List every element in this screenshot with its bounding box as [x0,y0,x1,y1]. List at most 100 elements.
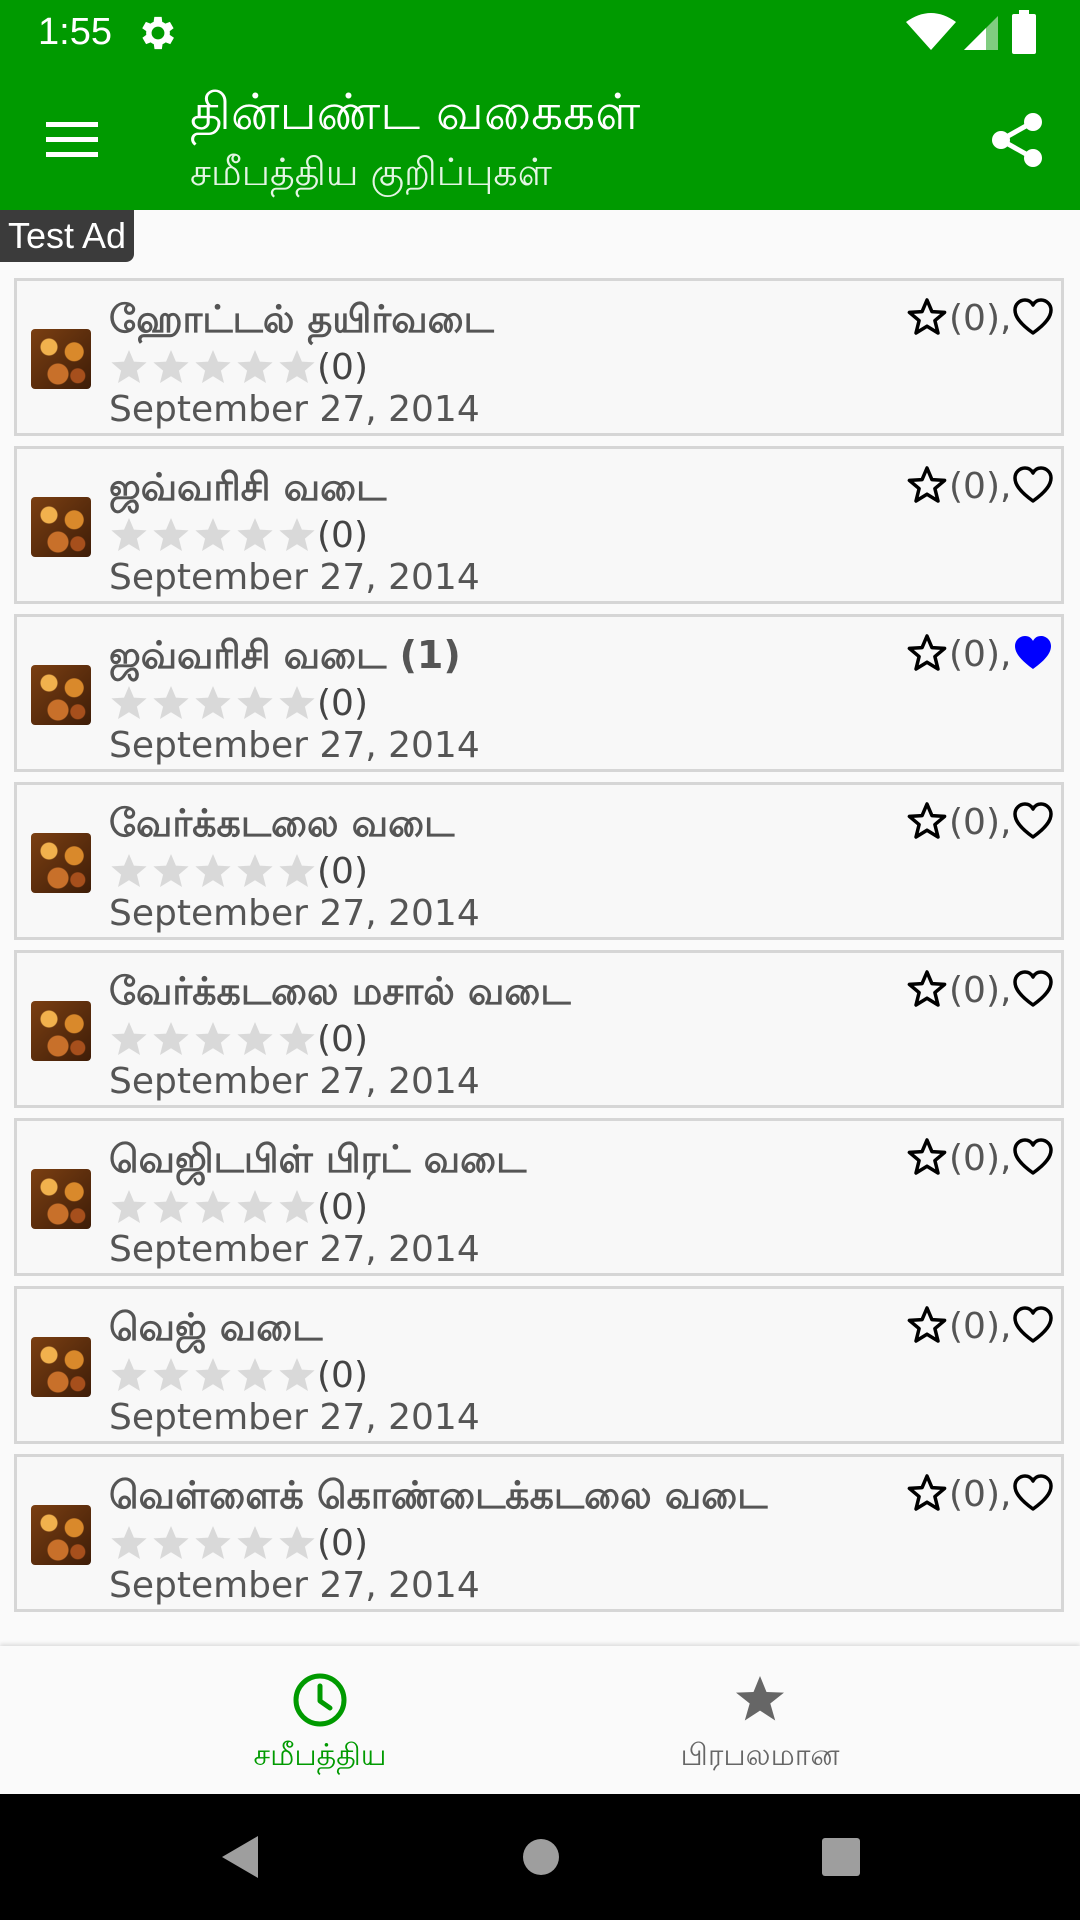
star-outline-icon[interactable] [907,633,947,673]
recipe-thumbnail [31,329,91,389]
test-ad-label[interactable]: Test Ad [0,210,135,262]
item-title: வேர்க்கடலை மசால் வடை [109,969,571,1013]
rating-count: (0) [317,1187,368,1228]
recipe-thumbnail [31,833,91,893]
bottom-navigation: சமீபத்திய பிரபலமான [0,1646,1080,1794]
favorite-count: (0), [949,1474,1012,1515]
rating-star-icon [195,1358,231,1391]
rating-star-icon [111,1022,147,1055]
rating-star-icon [279,518,315,551]
list-item[interactable]: ஜவ்வரிசி வடை (1) (0) September 27, 2014 (0)… [14,614,1064,772]
rating-star-icon [237,1190,273,1223]
rating-star-icon [153,1526,189,1559]
star-outline-icon[interactable] [907,1137,947,1177]
rating-star-icon [195,1190,231,1223]
heart-outline-icon[interactable] [1013,1305,1053,1345]
recipe-list[interactable]: ஹோட்டல் தயிர்வடை (0) September 27, 2014 (0)… [0,0,1080,1646]
rating-star-icon [153,854,189,887]
heart-outline-icon[interactable] [1013,1473,1053,1513]
rating-star-icon [153,1190,189,1223]
recipe-thumbnail [31,1001,91,1061]
heart-outline-icon[interactable] [1013,465,1053,505]
clock-icon [293,1673,347,1727]
rating-star-icon [237,350,273,383]
rating-star-icon [279,1022,315,1055]
item-title: வெஜ் வடை [109,1305,323,1349]
list-item[interactable]: ஹோட்டல் தயிர்வடை (0) September 27, 2014 (0)… [14,278,1064,436]
star-outline-icon[interactable] [907,801,947,841]
rating-star-icon [237,1022,273,1055]
star-outline-icon[interactable] [907,297,947,337]
rating-stars [109,1355,319,1395]
rating-star-icon [279,350,315,383]
rating-star-icon [111,1358,147,1391]
star-icon [736,1676,784,1721]
favorite-count: (0), [949,634,1012,675]
list-item[interactable]: வேர்க்கடலை மசால் வடை (0) September 27, 201… [14,950,1064,1108]
item-date: September 27, 2014 [109,557,480,598]
rating-star-icon [195,518,231,551]
rating-count: (0) [317,1355,368,1396]
rating-count: (0) [317,1523,368,1564]
rating-star-icon [237,686,273,719]
favorite-count: (0), [949,802,1012,843]
back-icon[interactable] [216,1832,266,1882]
rating-stars [109,515,319,555]
star-outline-icon[interactable] [907,1473,947,1513]
rating-star-icon [153,518,189,551]
recipe-thumbnail [31,1169,91,1229]
rating-star-icon [279,686,315,719]
favorite-count: (0), [949,1306,1012,1347]
recents-icon[interactable] [816,1832,866,1882]
heart-outline-icon[interactable] [1013,297,1053,337]
item-date: September 27, 2014 [109,389,480,430]
rating-star-icon [279,1526,315,1559]
list-item[interactable]: வெள்ளைக் கொண்டைக்கடலை வடை (0) September 27… [14,1454,1064,1612]
rating-star-icon [195,1022,231,1055]
favorite-count: (0), [949,970,1012,1011]
rating-stars [109,1187,319,1227]
star-outline-icon[interactable] [907,465,947,505]
item-date: September 27, 2014 [109,1565,480,1606]
rating-star-icon [111,1526,147,1559]
tab-popular-label: பிரபலமான [680,1738,840,1773]
home-icon[interactable] [516,1832,566,1882]
rating-star-icon [111,350,147,383]
rating-star-icon [237,854,273,887]
list-item[interactable]: வெஜிடபிள் பிரட் வடை (0) September 27, 2014… [14,1118,1064,1276]
rating-star-icon [111,518,147,551]
heart-outline-icon[interactable] [1013,801,1053,841]
star-outline-icon[interactable] [907,1305,947,1345]
rating-star-icon [237,1526,273,1559]
rating-stars [109,1019,319,1059]
recipe-thumbnail [31,1505,91,1565]
star-outline-icon[interactable] [907,969,947,1009]
list-item[interactable]: வேர்க்கடலை வடை (0) September 27, 2014 (0), [14,782,1064,940]
heart-filled-icon[interactable] [1013,633,1053,673]
rating-star-icon [279,854,315,887]
rating-star-icon [111,854,147,887]
rating-count: (0) [317,683,368,724]
item-title: ஜவ்வரிசி வடை [109,465,387,509]
rating-star-icon [111,686,147,719]
recipe-thumbnail [31,497,91,557]
item-title: வெள்ளைக் கொண்டைக்கடலை வடை [109,1473,768,1517]
list-item[interactable]: ஜவ்வரிசி வடை (0) September 27, 2014 (0), [14,446,1064,604]
tab-popular[interactable]: பிரபலமான [490,1646,1030,1794]
heart-outline-icon[interactable] [1013,969,1053,1009]
item-title: ஜவ்வரிசி வடை (1) [109,633,461,677]
system-navigation-bar [0,1794,1080,1920]
list-item[interactable]: வெஜ் வடை (0) September 27, 2014 (0), [14,1286,1064,1444]
item-date: September 27, 2014 [109,1061,480,1102]
item-date: September 27, 2014 [109,893,480,934]
rating-count: (0) [317,347,368,388]
rating-count: (0) [317,851,368,892]
rating-star-icon [111,1190,147,1223]
heart-outline-icon[interactable] [1013,1137,1053,1177]
rating-stars [109,851,319,891]
rating-star-icon [195,1526,231,1559]
rating-stars [109,347,319,387]
item-title: வெஜிடபிள் பிரட் வடை [109,1137,527,1181]
rating-count: (0) [317,1019,368,1060]
rating-star-icon [153,1358,189,1391]
